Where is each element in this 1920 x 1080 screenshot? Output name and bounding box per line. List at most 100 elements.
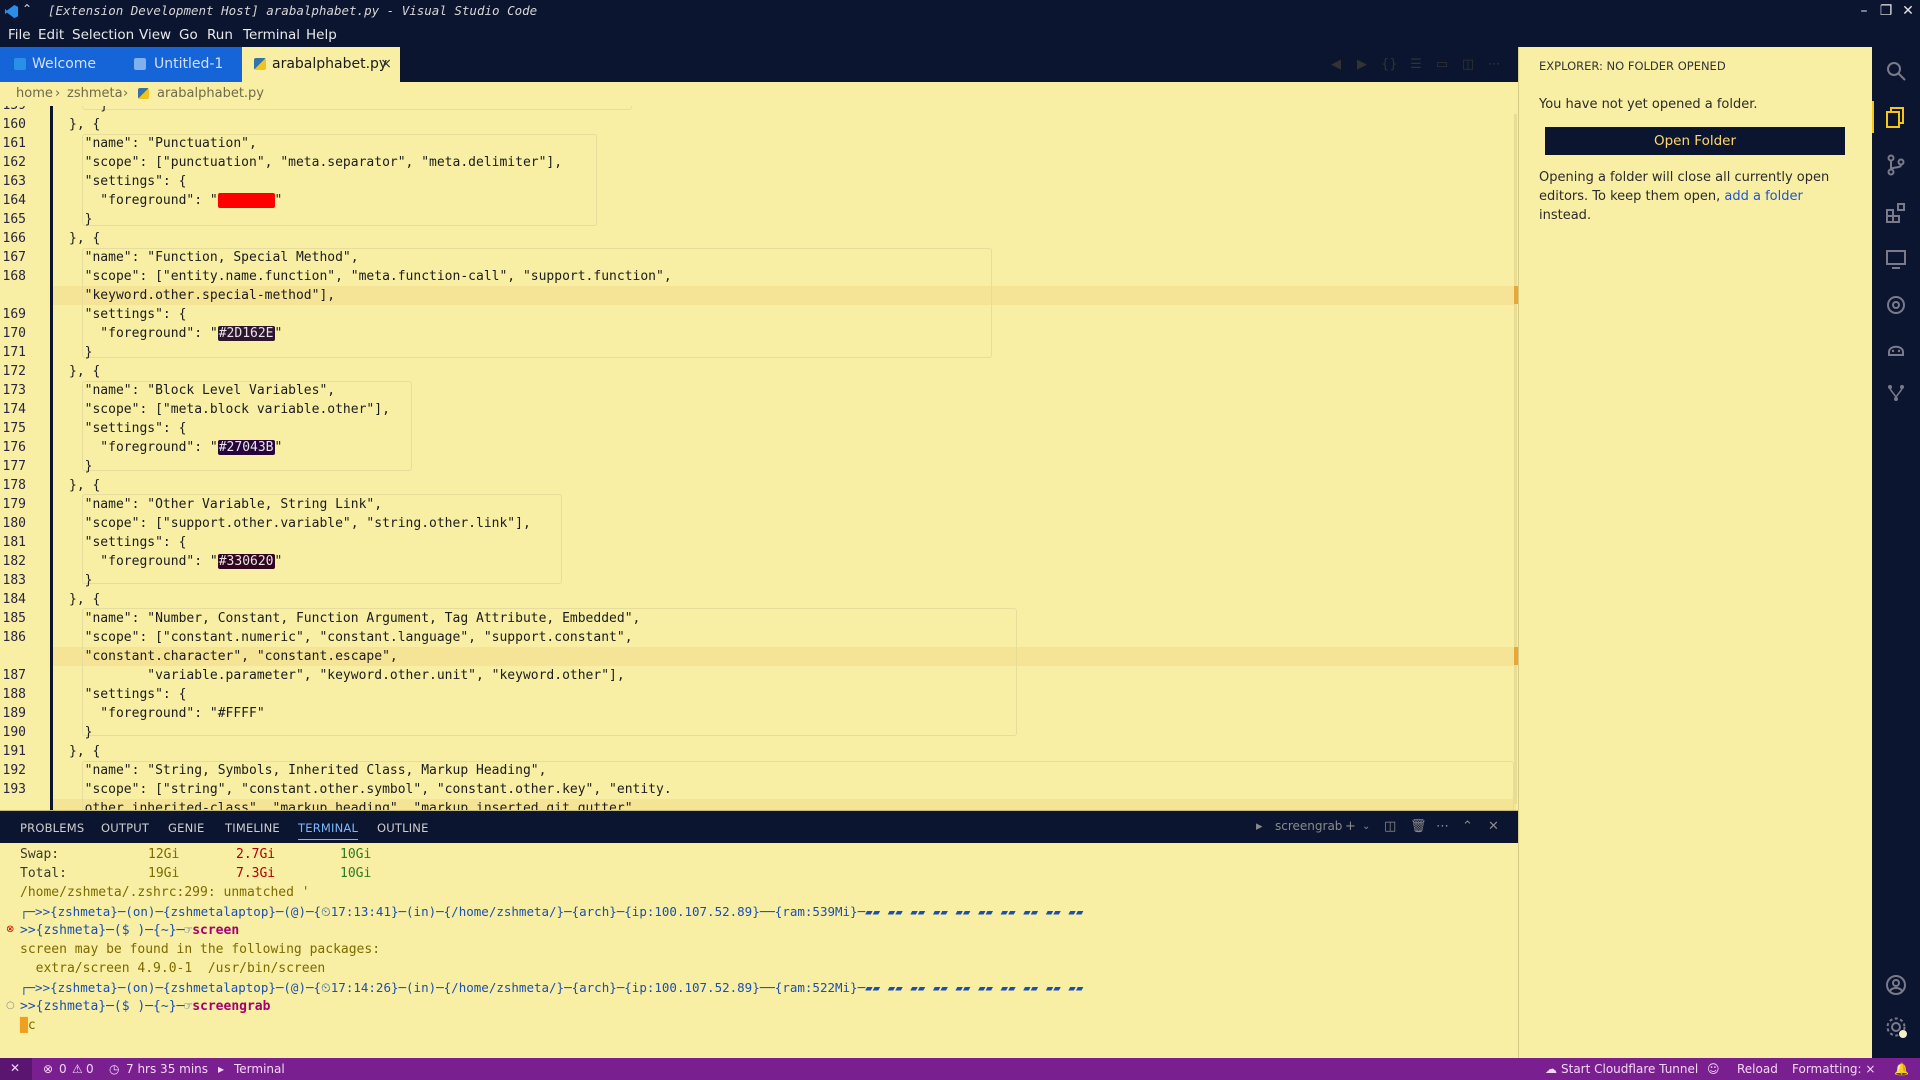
new-terminal-icon[interactable]: + [1345, 819, 1356, 834]
line-number: 188 [2, 687, 26, 702]
list-icon[interactable]: ☰ [1408, 57, 1424, 73]
line-number: 168 [2, 269, 26, 284]
close-panel-icon[interactable]: ✕ [1488, 819, 1499, 834]
split-editor-icon[interactable]: ◫ [1460, 57, 1476, 73]
add-folder-link[interactable]: add a folder [1724, 189, 1802, 204]
code-text: }, { [69, 592, 101, 607]
more-actions-icon[interactable]: ⋯ [1486, 57, 1502, 73]
code-text: "settings": { [69, 307, 187, 322]
extensions-icon[interactable] [1884, 201, 1908, 225]
menu-edit[interactable]: Edit [38, 27, 64, 43]
tab-arabalphabet[interactable]: arabalphabet.py × [242, 47, 400, 82]
code-line: "name": "String, Symbols, Inherited Clas… [69, 763, 547, 778]
line-number: 184 [2, 592, 26, 607]
code-text: "scope": ["entity.name.function", "meta.… [69, 269, 672, 284]
terminal-icon[interactable]: ▭ [1434, 57, 1450, 73]
code-text: "variable.parameter", "keyword.other.uni… [69, 668, 625, 683]
color-swatch[interactable]: #2D162E [217, 326, 275, 341]
menu-file[interactable]: File [8, 27, 31, 43]
menu-terminal[interactable]: Terminal [243, 27, 300, 43]
bell-icon[interactable]: 🔔 [1894, 1062, 1909, 1076]
navigate-forward-icon[interactable]: ▶ [1354, 57, 1370, 73]
braces-icon[interactable]: {} [1381, 57, 1398, 73]
warning-count[interactable]: 0 [86, 1062, 94, 1076]
minimize-button[interactable]: – [1856, 2, 1872, 20]
breadcrumb-home[interactable]: home [16, 86, 53, 101]
trash-icon[interactable]: 🗑 [1410, 819, 1427, 834]
line-number: 173 [2, 383, 26, 398]
more-actions-icon[interactable]: ⋯ [1436, 819, 1449, 834]
line-number: 164 [2, 193, 26, 208]
line-number: 162 [2, 155, 26, 170]
chevron-down-icon[interactable]: ⌄ [1362, 821, 1370, 832]
panel-tab-output[interactable]: OUTPUT [101, 821, 149, 835]
explorer-files-icon[interactable] [1884, 105, 1908, 129]
maximize-panel-icon[interactable]: ⌃ [1462, 819, 1473, 834]
remote-indicator[interactable]: ✕ [0, 1058, 32, 1080]
line-number: 191 [2, 744, 26, 759]
cloudflare-tunnel[interactable]: Start Cloudflare Tunnel [1561, 1062, 1698, 1076]
line-number: 179 [2, 497, 26, 512]
code-line: "foreground": "#2D162E" [69, 326, 283, 341]
menu-selection[interactable]: Selection [72, 27, 134, 43]
formatting-status[interactable]: Formatting: × [1792, 1062, 1875, 1076]
source-control-icon[interactable] [1884, 153, 1908, 177]
window-title: [Extension Development Host] arabalphabe… [48, 3, 538, 18]
panel-tab-timeline[interactable]: TIMELINE [225, 821, 280, 835]
active-indicator [1872, 101, 1874, 133]
menu-run[interactable]: Run [207, 27, 233, 43]
color-swatch[interactable]: #27043B [217, 440, 275, 455]
editor-tab-bar: Welcome Untitled-1 arabalphabet.py × ◀ ▶… [0, 47, 1518, 82]
color-swatch[interactable]: #330620 [217, 554, 275, 569]
code-line: } [69, 212, 93, 227]
chatgpt-icon[interactable] [1884, 293, 1908, 317]
close-window-button[interactable]: ✕ [1900, 2, 1916, 20]
panel-tab-outline[interactable]: OUTLINE [377, 821, 429, 835]
account-icon[interactable] [1884, 973, 1908, 997]
navigate-back-icon[interactable]: ◀ [1328, 57, 1344, 73]
time-tracker[interactable]: 7 hrs 35 mins [126, 1062, 208, 1076]
code-text: } [69, 459, 93, 474]
panel-tab-genie[interactable]: GENIE [168, 821, 204, 835]
terminal-output[interactable]: Swap: 12Gi 2.7Gi 10Gi Total: 19Gi 7.3Gi 10Gi /… [0, 843, 1518, 1059]
code-text: other.inherited-class", "markup.heading"… [69, 801, 641, 810]
panel-tab-terminal[interactable]: TERMINAL [298, 821, 359, 840]
line-number: 175 [2, 421, 26, 436]
git-graph-icon[interactable] [1884, 381, 1908, 405]
chevron-up-icon[interactable]: ⌃ [22, 2, 36, 20]
breadcrumb-zshmeta[interactable]: zshmeta [67, 86, 123, 101]
maximize-button[interactable]: ❐ [1878, 2, 1894, 20]
tab-untitled[interactable]: Untitled-1 [124, 47, 242, 82]
menu-view[interactable]: View [139, 27, 171, 43]
remote-explorer-icon[interactable] [1884, 247, 1908, 271]
line-number: 177 [2, 459, 26, 474]
color-swatch[interactable]: #FF0000 [217, 193, 275, 208]
code-text: } [69, 106, 108, 113]
open-folder-button[interactable]: Open Folder [1545, 127, 1845, 155]
code-line: }, { [69, 231, 100, 246]
gear-icon[interactable] [1884, 1015, 1908, 1039]
copilot-icon[interactable]: ☺ [1707, 1062, 1720, 1076]
terminal-status[interactable]: Terminal [234, 1062, 285, 1076]
terminal-name[interactable]: screengrab [1275, 819, 1342, 833]
panel-tab-problems[interactable]: PROBLEMS [20, 821, 84, 835]
code-editor[interactable]: 159 160 161 162 163 164 165 166 167 168 169 170 171 1… [0, 106, 1518, 810]
python-icon [138, 88, 149, 99]
menu-help[interactable]: Help [306, 27, 337, 43]
title-bar: ⌃ [Extension Development Host] arabalpha… [0, 0, 1920, 23]
line-number: 192 [2, 763, 26, 778]
copilot-icon[interactable] [1884, 337, 1908, 361]
breadcrumb-file[interactable]: arabalphabet.py [157, 86, 264, 101]
search-icon[interactable] [1884, 59, 1908, 83]
close-tab-icon[interactable]: × [380, 47, 392, 82]
tab-welcome[interactable]: Welcome [0, 47, 124, 82]
menu-go[interactable]: Go [179, 27, 198, 43]
vscode-logo-icon [4, 4, 19, 19]
editor-scrollbar[interactable] [1514, 114, 1517, 804]
code-text: "foreground": " [69, 193, 218, 208]
error-count[interactable]: 0 [59, 1062, 67, 1076]
line-number: 193 [2, 782, 26, 797]
reload-button[interactable]: Reload [1737, 1062, 1778, 1076]
split-terminal-icon[interactable]: ◫ [1384, 819, 1396, 834]
line-number: 165 [2, 212, 26, 227]
